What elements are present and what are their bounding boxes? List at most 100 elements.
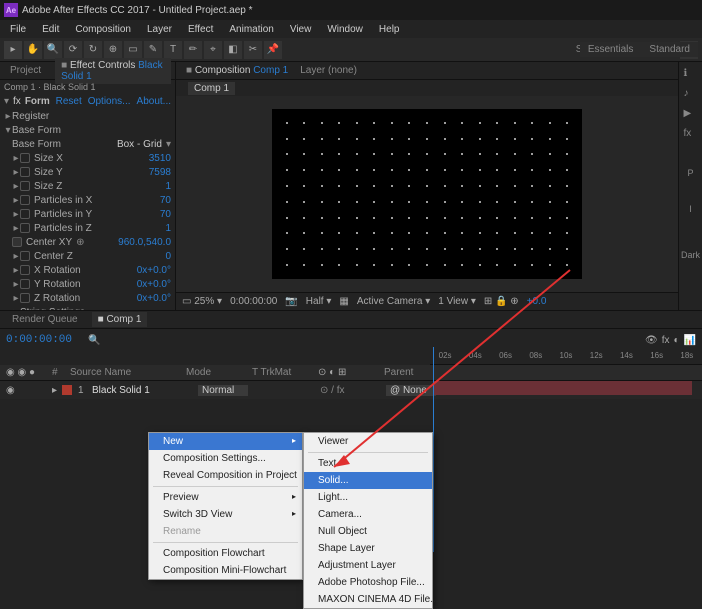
menu-item-composition-settings[interactable]: Composition Settings... bbox=[149, 450, 302, 467]
tab-comp1[interactable]: ■ Comp 1 bbox=[92, 312, 148, 327]
kf-icon[interactable] bbox=[12, 237, 22, 247]
brush-tool-icon[interactable]: ✏ bbox=[184, 41, 202, 59]
layer-name[interactable]: Black Solid 1 bbox=[92, 385, 192, 396]
val-particles-x[interactable]: 70 bbox=[160, 195, 171, 206]
tl-shy-icon[interactable]: 👁 bbox=[645, 335, 658, 346]
group-base-form[interactable]: Base Form bbox=[12, 125, 61, 136]
layer-parent[interactable]: @ None bbox=[386, 385, 436, 396]
val-size-z[interactable]: 1 bbox=[165, 181, 171, 192]
info-icon[interactable]: ℹ bbox=[684, 68, 698, 82]
menu-effect[interactable]: Effect bbox=[182, 22, 219, 37]
playhead[interactable] bbox=[433, 347, 434, 552]
selection-tool-icon[interactable]: ▸ bbox=[4, 41, 22, 59]
val-particles-y[interactable]: 70 bbox=[160, 209, 171, 220]
val-base-form-type[interactable]: Box - Grid bbox=[117, 139, 162, 150]
kf-icon[interactable] bbox=[20, 251, 30, 261]
view-dropdown[interactable]: 1 View ▾ bbox=[438, 296, 476, 307]
viewer-time[interactable]: 0:00:00:00 bbox=[230, 296, 277, 307]
layer-color-swatch[interactable] bbox=[62, 385, 72, 395]
menu-layer[interactable]: Layer bbox=[141, 22, 178, 37]
menu-item-maxon-cinema-4d-file[interactable]: MAXON CINEMA 4D File... bbox=[304, 591, 432, 608]
menu-view[interactable]: View bbox=[284, 22, 318, 37]
tab-layer-none[interactable]: Layer (none) bbox=[300, 65, 357, 76]
col-source[interactable]: Source Name bbox=[70, 367, 180, 378]
audio-icon[interactable]: ♪ bbox=[684, 88, 698, 102]
menu-composition[interactable]: Composition bbox=[69, 22, 137, 37]
effect-about[interactable]: About... bbox=[137, 96, 171, 107]
zoom-tool-icon[interactable]: 🔍 bbox=[44, 41, 62, 59]
val-size-x[interactable]: 3510 bbox=[149, 153, 171, 164]
col-num[interactable]: # bbox=[52, 367, 64, 378]
kf-icon[interactable] bbox=[20, 279, 30, 289]
kf-icon[interactable] bbox=[20, 293, 30, 303]
kf-icon[interactable] bbox=[20, 223, 30, 233]
menu-file[interactable]: File bbox=[4, 22, 32, 37]
pen-tool-icon[interactable]: ✎ bbox=[144, 41, 162, 59]
preview-icon[interactable]: ▶ bbox=[684, 108, 698, 122]
menu-item-adjustment-layer[interactable]: Adjustment Layer bbox=[304, 557, 432, 574]
effect-name[interactable]: Form bbox=[25, 96, 50, 107]
effects-icon[interactable]: fx bbox=[684, 128, 698, 142]
tab-project[interactable]: Project bbox=[4, 63, 47, 78]
menu-item-shape-layer[interactable]: Shape Layer bbox=[304, 540, 432, 557]
roto-tool-icon[interactable]: ✂ bbox=[244, 41, 262, 59]
tab-effect-controls[interactable]: ■ Effect Controls Black Solid 1 bbox=[55, 58, 171, 84]
menu-item-null-object[interactable]: Null Object bbox=[304, 523, 432, 540]
zoom-dropdown[interactable]: ▭ 25% ▾ bbox=[182, 296, 222, 307]
kf-icon[interactable] bbox=[20, 195, 30, 205]
tab-composition[interactable]: ■ Composition Comp 1 bbox=[180, 63, 294, 78]
kf-icon[interactable] bbox=[20, 265, 30, 275]
comp-breadcrumb[interactable]: Comp 1 bbox=[188, 82, 235, 95]
menu-help[interactable]: Help bbox=[373, 22, 406, 37]
exposure-value[interactable]: +0.0 bbox=[527, 296, 547, 307]
val-z-rotation[interactable]: 0x+0.0° bbox=[137, 293, 171, 304]
menu-item-text[interactable]: Text bbox=[304, 455, 432, 472]
tl-mb-icon[interactable]: ◐ bbox=[674, 335, 680, 346]
menu-item-preview[interactable]: Preview bbox=[149, 489, 302, 506]
kf-icon[interactable] bbox=[20, 167, 30, 177]
kf-icon[interactable] bbox=[20, 153, 30, 163]
group-register[interactable]: Register bbox=[12, 111, 49, 122]
val-center-z[interactable]: 0 bbox=[165, 251, 171, 262]
menu-edit[interactable]: Edit bbox=[36, 22, 65, 37]
snapshot-icon[interactable]: 📷 bbox=[285, 296, 297, 307]
rect-tool-icon[interactable]: ▭ bbox=[124, 41, 142, 59]
timeline-timecode[interactable]: 0:00:00:00 bbox=[6, 334, 72, 346]
kf-icon[interactable] bbox=[20, 209, 30, 219]
val-center-xy[interactable]: 960.0,540.0 bbox=[118, 237, 171, 248]
menu-item-composition-flowchart[interactable]: Composition Flowchart bbox=[149, 545, 302, 562]
rotate-tool-icon[interactable]: ↻ bbox=[84, 41, 102, 59]
val-x-rotation[interactable]: 0x+0.0° bbox=[137, 265, 171, 276]
eraser-tool-icon[interactable]: ◧ bbox=[224, 41, 242, 59]
tl-graph-icon[interactable]: 📊 bbox=[684, 335, 696, 346]
menu-animation[interactable]: Animation bbox=[223, 22, 279, 37]
menu-item-adobe-photoshop-file[interactable]: Adobe Photoshop File... bbox=[304, 574, 432, 591]
time-ruler[interactable]: 02s 04s 06s 08s 10s 12s 14s 16s 18s bbox=[430, 351, 702, 365]
menu-item-viewer[interactable]: Viewer bbox=[304, 433, 432, 450]
menu-item-solid[interactable]: Solid... bbox=[304, 472, 432, 489]
view-icons[interactable]: ⊞ 🔒 ⊕ bbox=[484, 296, 519, 307]
menu-item-camera[interactable]: Camera... bbox=[304, 506, 432, 523]
menu-item-composition-mini-flowchart[interactable]: Composition Mini-Flowchart bbox=[149, 562, 302, 579]
stamp-tool-icon[interactable]: ⌖ bbox=[204, 41, 222, 59]
menu-item-new[interactable]: New bbox=[149, 433, 302, 450]
menu-item-reveal-composition-in-project[interactable]: Reveal Composition in Project bbox=[149, 467, 302, 484]
effect-reset[interactable]: Reset bbox=[56, 96, 82, 107]
orbit-tool-icon[interactable]: ⟳ bbox=[64, 41, 82, 59]
layer-mode[interactable]: Normal bbox=[198, 385, 248, 396]
col-parent[interactable]: Parent bbox=[384, 367, 444, 378]
text-tool-icon[interactable]: T bbox=[164, 41, 182, 59]
viewer[interactable] bbox=[176, 96, 678, 292]
layer-bar[interactable] bbox=[433, 381, 692, 395]
tl-search-icon[interactable]: 🔍 bbox=[88, 335, 100, 346]
tl-fx-icon[interactable]: fx bbox=[662, 335, 670, 346]
col-mode[interactable]: Mode bbox=[186, 367, 246, 378]
menu-item-light[interactable]: Light... bbox=[304, 489, 432, 506]
tab-render-queue[interactable]: Render Queue bbox=[6, 312, 84, 327]
col-trkmat[interactable]: T TrkMat bbox=[252, 367, 312, 378]
grid-icon[interactable]: ▦ bbox=[339, 296, 348, 307]
puppet-tool-icon[interactable]: 📌 bbox=[264, 41, 282, 59]
effect-options[interactable]: Options... bbox=[88, 96, 131, 107]
workspace-standard[interactable]: Standard bbox=[641, 42, 698, 57]
hand-tool-icon[interactable]: ✋ bbox=[24, 41, 42, 59]
